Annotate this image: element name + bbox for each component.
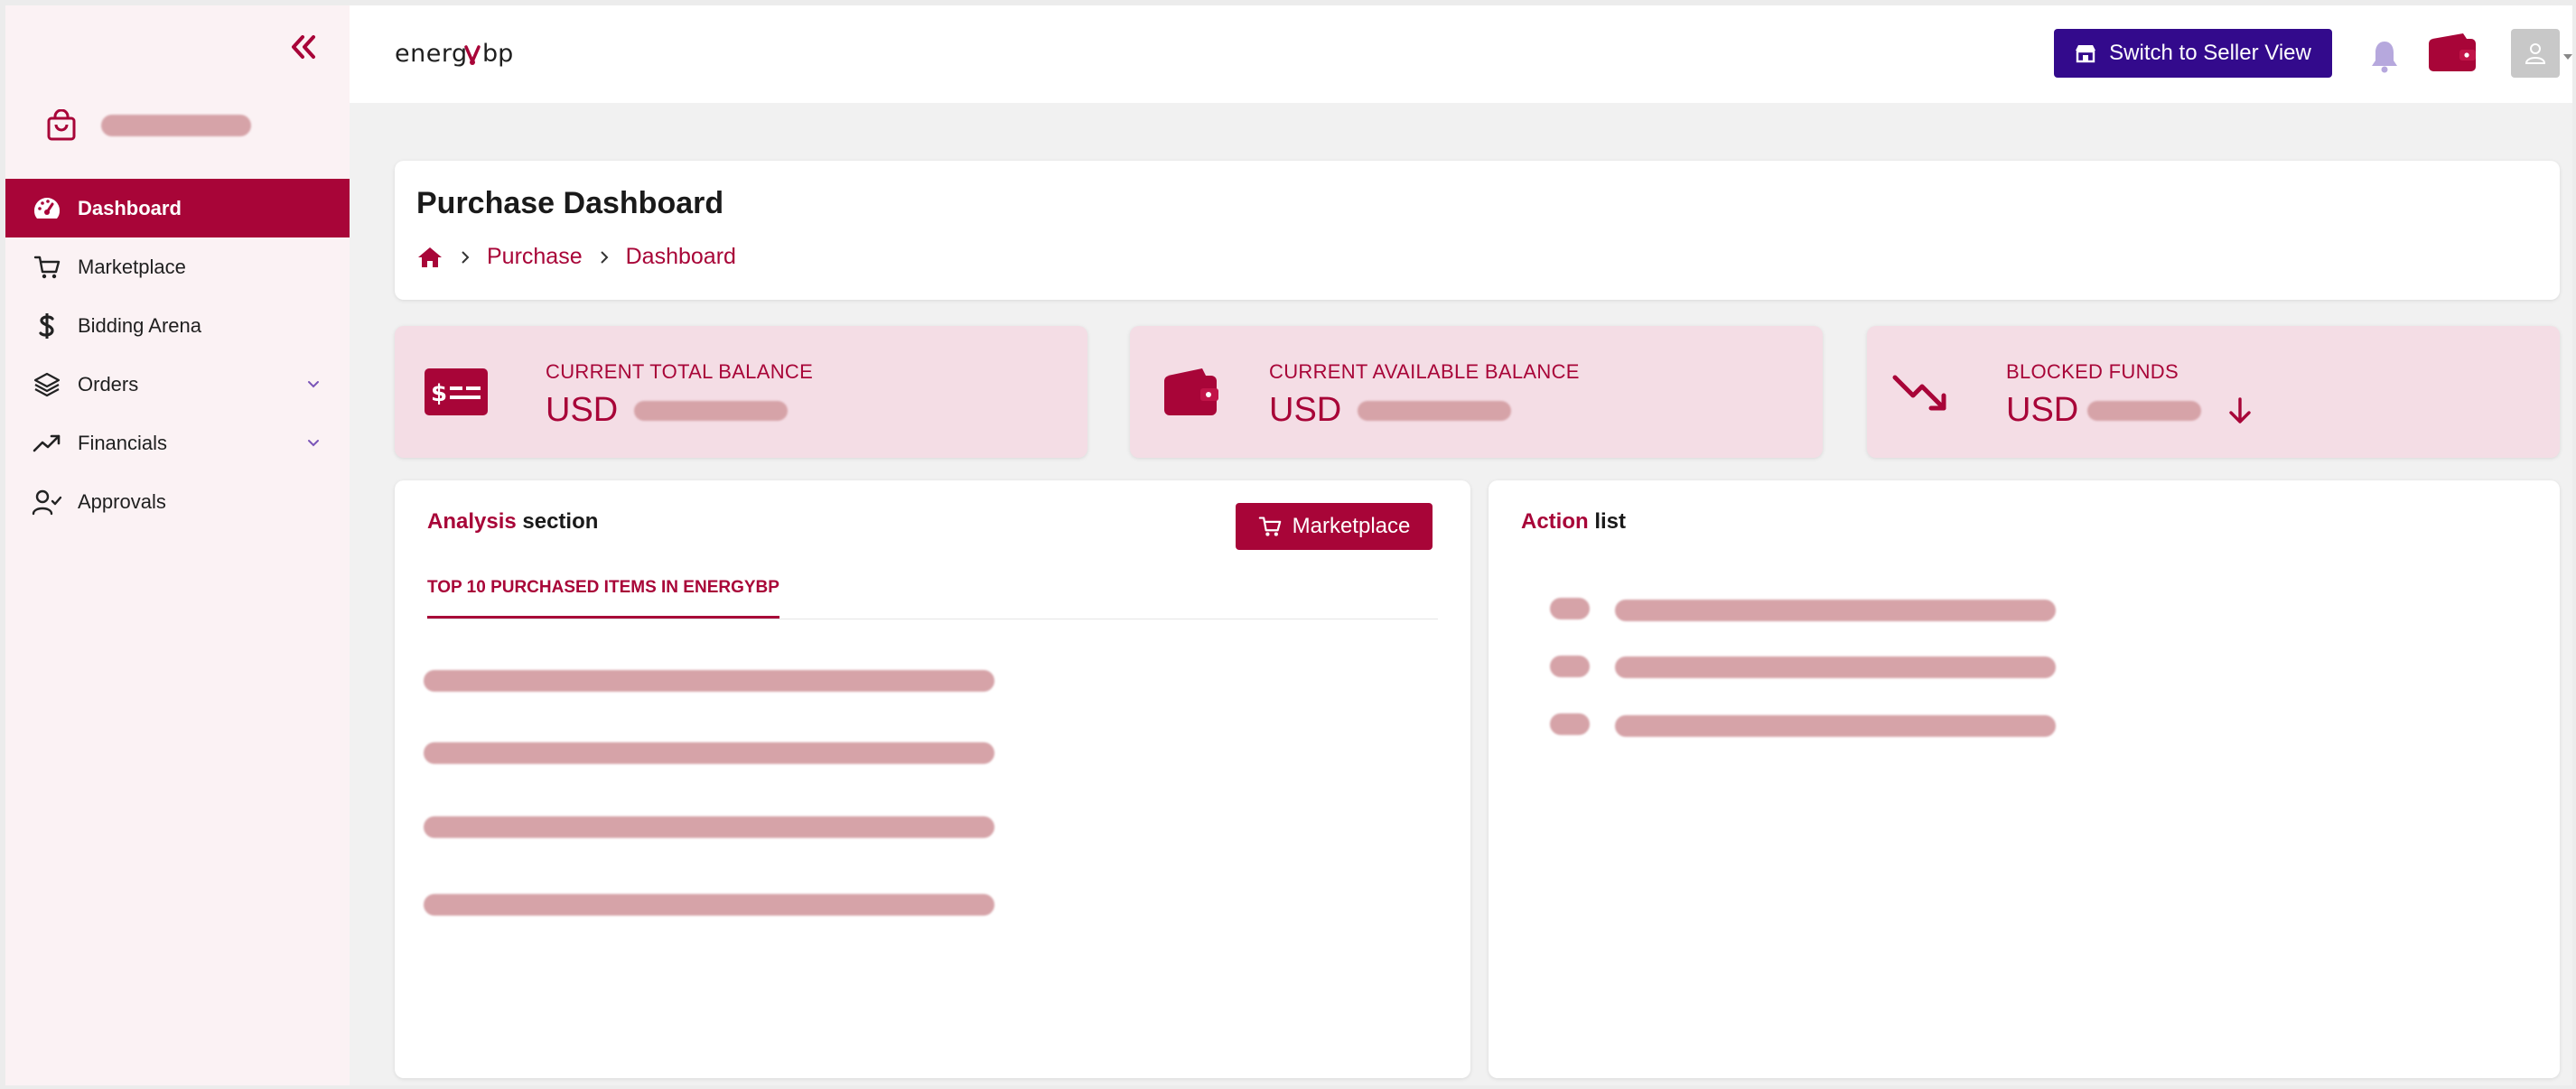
cart-icon [1258,516,1282,537]
user-avatar[interactable] [2511,29,2560,78]
sidebar-item-label: Approvals [78,489,166,513]
wallet-icon [1155,362,1227,422]
account-row [43,103,251,148]
svg-text:$: $ [431,380,447,407]
stat-label: CURRENT AVAILABLE BALANCE [1269,360,1580,383]
title-accent: Analysis [427,509,517,534]
sidebar-item-approvals[interactable]: Approvals [5,472,350,531]
switch-to-seller-view-button[interactable]: Switch to Seller View [2054,29,2332,78]
sidebar-item-label: Financials [78,431,168,454]
breadcrumb-dashboard-current: Dashboard [625,244,736,269]
sidebar-nav: Dashboard Marketplace Bidding Arena Orde… [5,179,350,531]
balance-amount-redacted [634,400,789,421]
balance-amount-redacted [2087,400,2202,421]
energybp-logo[interactable]: energ bp energybp [395,33,526,76]
sidebar-item-label: Marketplace [78,255,186,278]
breadcrumb-purchase-link[interactable]: Purchase [487,244,583,270]
action-list-title: Action list [1521,509,1626,535]
balance-amount-redacted [1358,400,1512,421]
current-total-balance-card: $ CURRENT TOTAL BALANCE USD [395,326,1087,458]
dashboard-gauge-icon [31,192,63,225]
stat-value: USD [546,391,789,430]
trending-up-icon [31,427,63,460]
wallet-icon[interactable] [2427,29,2478,76]
action-list-card: Action list [1489,480,2560,1078]
sidebar-item-label: Bidding Arena [78,313,201,337]
stat-label: CURRENT TOTAL BALANCE [546,360,814,383]
page-title: Purchase Dashboard [416,186,724,220]
sidebar-item-dashboard[interactable]: Dashboard [5,179,350,237]
analysis-section-card: Analysis section Marketplace TOP 10 PURC… [395,480,1470,1078]
loading-skeleton-row [1615,600,2056,621]
sidebar-item-orders[interactable]: Orders [5,355,350,414]
arrow-down-icon [2226,396,2254,425]
switch-button-label: Switch to Seller View [2109,41,2311,65]
user-check-icon [31,486,63,518]
stat-value: USD [1269,391,1512,430]
sidebar-item-marketplace[interactable]: Marketplace [5,237,350,296]
layers-icon [31,368,63,401]
loading-skeleton-dot [1550,656,1590,677]
loading-skeleton-row [424,816,994,838]
analysis-section-title: Analysis section [427,509,598,535]
home-icon[interactable] [416,246,443,269]
chevron-down-icon[interactable] [304,376,322,394]
sidebar-item-financials[interactable]: Financials [5,414,350,472]
stat-label: BLOCKED FUNDS [2006,360,2179,383]
stat-value: USD [2006,391,2254,430]
title-rest: list [1588,509,1627,534]
chevron-right-icon [599,250,610,265]
notification-bell-icon[interactable] [2365,36,2404,76]
current-available-balance-card: CURRENT AVAILABLE BALANCE USD [1130,326,1823,458]
store-icon [2075,43,2096,63]
loading-skeleton-dot [1550,598,1590,619]
caret-down-icon[interactable] [2563,49,2572,60]
account-name-redacted [101,115,251,136]
sidebar-item-bidding-arena[interactable]: Bidding Arena [5,296,350,355]
page-header-card: Purchase Dashboard Purchase Dashboard [395,161,2560,300]
currency-code: USD [1269,391,1342,429]
app-frame: Dashboard Marketplace Bidding Arena Orde… [5,5,2572,1085]
breadcrumb: Purchase Dashboard [416,244,736,270]
loading-skeleton-row [424,670,994,692]
svg-text:bp: bp [482,40,513,68]
cart-icon [31,251,63,284]
marketplace-button[interactable]: Marketplace [1236,503,1433,550]
chevron-right-icon [460,250,471,265]
title-accent: Action [1521,509,1589,534]
currency-code: USD [2006,391,2079,429]
loading-skeleton-row [1615,656,2056,678]
trending-down-icon [1885,362,1957,422]
loading-skeleton-row [424,742,994,764]
collapse-sidebar-icon[interactable] [285,29,322,65]
loading-skeleton-row [424,894,994,916]
top-header: energ bp energybp Switch to Seller View [350,5,2572,103]
title-rest: section [516,509,599,534]
svg-text:energ: energ [395,40,468,68]
blocked-funds-card: BLOCKED FUNDS USD [1867,326,2560,458]
loading-skeleton-dot [1550,713,1590,735]
dollar-icon [31,310,63,342]
sidebar-item-label: Dashboard [78,196,182,219]
marketplace-button-label: Marketplace [1292,514,1411,538]
money-bill-icon: $ [420,362,492,422]
currency-code: USD [546,391,619,429]
loading-skeleton-row [1615,715,2056,737]
chevron-down-icon[interactable] [304,434,322,452]
shopping-bag-icon [43,107,79,144]
tab-top-10-purchased-items[interactable]: TOP 10 PURCHASED ITEMS IN ENERGYBP [427,578,779,619]
sidebar-item-label: Orders [78,372,139,396]
sidebar: Dashboard Marketplace Bidding Arena Orde… [5,5,350,1085]
